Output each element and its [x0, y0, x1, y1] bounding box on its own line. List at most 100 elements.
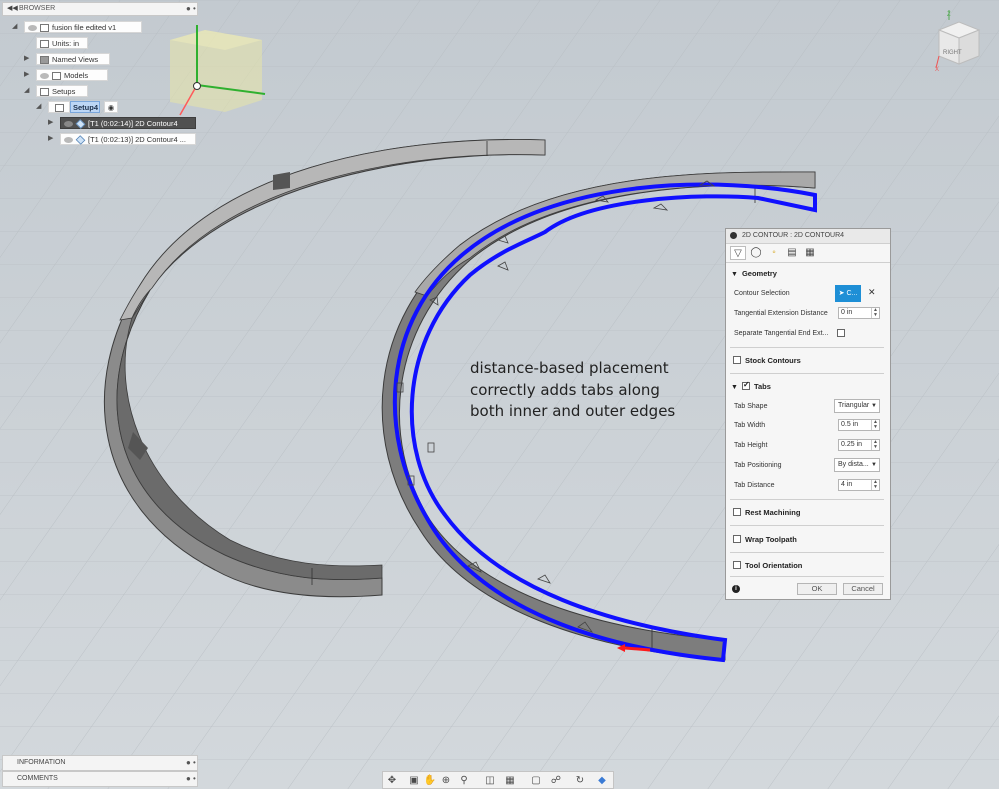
display-settings-icon[interactable]: ◫ — [483, 774, 497, 787]
tree-row-document[interactable]: ◢ fusion file edited v1 — [12, 20, 202, 34]
document-node[interactable]: fusion file edited v1 — [24, 21, 142, 33]
spinner-icon[interactable]: ▲ ▼ — [871, 308, 879, 318]
wrap-toolpath-section[interactable]: Wrap Toolpath — [733, 535, 797, 544]
view-cube[interactable]: Z RIGHT X — [935, 8, 991, 73]
information-menu-icon[interactable]: • — [193, 756, 196, 770]
tabs-section-header[interactable]: ▼ Tabs — [731, 380, 771, 391]
expand-toggle-icon[interactable]: ◢ — [36, 100, 41, 114]
separate-tangential-checkbox[interactable] — [837, 329, 849, 338]
visibility-eye-icon[interactable] — [64, 137, 73, 144]
tab-width-label: Tab Width — [734, 422, 766, 429]
ok-button[interactable]: OK — [797, 583, 837, 595]
passes-tab-icon[interactable]: ▤ — [784, 246, 800, 260]
units-label: Units: in — [52, 39, 80, 48]
orbit-icon[interactable]: ✥ — [385, 774, 399, 787]
info-icon[interactable]: i — [732, 585, 740, 593]
setups-node[interactable]: Setups — [36, 85, 88, 97]
tool-tab-icon[interactable]: ▽ — [730, 246, 746, 260]
spinner-icon[interactable]: ▲ ▼ — [871, 420, 879, 430]
expand-toggle-icon[interactable]: ◢ — [24, 84, 29, 98]
information-add-icon[interactable]: ● — [186, 756, 191, 770]
setups-label: Setups — [52, 87, 76, 96]
rest-machining-checkbox[interactable] — [733, 508, 741, 516]
dialog-tabs: ▽ ◯ ◦ ▤ ▦ — [726, 244, 890, 263]
cancel-button[interactable]: Cancel — [843, 583, 883, 595]
document-icon — [40, 24, 49, 33]
axis-z-label: Z — [947, 12, 951, 18]
expand-toggle-icon[interactable]: ▶ — [48, 132, 53, 146]
viewports-icon[interactable]: ▢ — [529, 774, 543, 787]
rest-machining-section[interactable]: Rest Machining — [733, 508, 800, 517]
section-collapse-icon[interactable]: ▼ — [731, 271, 738, 278]
camera-icon[interactable]: ↻ — [573, 774, 587, 787]
section-collapse-icon[interactable]: ▼ — [731, 384, 738, 391]
tab-distance-value: 4 in — [841, 481, 853, 488]
tangential-extension-input[interactable]: 0 in ▲ ▼ — [838, 307, 880, 319]
comments-add-icon[interactable]: ● — [186, 772, 191, 786]
tabs-checkbox[interactable] — [741, 380, 750, 390]
pan-icon[interactable]: ✋ — [423, 774, 437, 787]
annotation-line: both inner and outer edges — [470, 402, 676, 420]
expand-toggle-icon[interactable]: ◢ — [12, 20, 17, 34]
tab-height-input[interactable]: 0.25 in ▲ ▼ — [838, 439, 880, 451]
pin-panel-icon[interactable]: ● — [186, 3, 191, 15]
visual-style-icon[interactable]: ☍ — [549, 774, 563, 787]
tool-orientation-label: Tool Orientation — [745, 561, 803, 570]
contour-operation-icon — [75, 119, 86, 129]
named-views-node[interactable]: Named Views — [36, 53, 110, 65]
visibility-eye-icon[interactable] — [40, 73, 49, 80]
expand-toggle-icon[interactable]: ▶ — [24, 68, 29, 82]
models-node[interactable]: Models — [36, 69, 108, 81]
operation-1-node[interactable]: [T1 (0:02:14)] 2D Contour4 — [60, 117, 196, 129]
activate-setup-icon[interactable]: ◉ — [104, 101, 118, 113]
tab-height-label: Tab Height — [734, 442, 768, 449]
expand-toggle-icon[interactable]: ▶ — [48, 116, 53, 130]
linking-tab-icon[interactable]: ▦ — [802, 246, 818, 260]
grid-settings-icon[interactable]: ▦ — [503, 774, 517, 787]
heights-tab-icon[interactable]: ◦ — [766, 246, 782, 260]
models-icon — [52, 72, 61, 81]
collapse-panel-icon[interactable]: ◀◀ — [7, 3, 18, 15]
units-node[interactable]: Units: in — [36, 37, 88, 49]
wrap-toolpath-checkbox[interactable] — [733, 535, 741, 543]
stock-contours-section[interactable]: Stock Contours — [733, 356, 801, 365]
stock-contours-checkbox[interactable] — [733, 356, 741, 364]
contour-selection-button[interactable]: ➤ C... — [835, 285, 861, 302]
operation-2-node[interactable]: [T1 (0:02:13)] 2D Contour4 ... — [60, 133, 196, 145]
clear-selection-icon[interactable]: ✕ — [868, 287, 876, 298]
browser-panel-header[interactable]: ◀◀ BROWSER ● • — [2, 2, 198, 16]
tab-width-input[interactable]: 0.5 in ▲ ▼ — [838, 419, 880, 431]
comments-menu-icon[interactable]: • — [193, 772, 196, 786]
navigation-toolbar: ✥ ▣ ✋ ⊕ ⚲ ◫ ▦ ▢ ☍ ↻ ◆ — [382, 771, 614, 789]
spinner-icon[interactable]: ▲ ▼ — [871, 480, 879, 490]
visibility-eye-icon[interactable] — [28, 25, 37, 32]
setup-folder-node[interactable] — [48, 101, 70, 113]
tool-orientation-checkbox[interactable] — [733, 561, 741, 569]
tab-positioning-dropdown[interactable]: By dista... ▼ — [834, 458, 880, 472]
folder-icon — [40, 56, 49, 65]
information-panel[interactable]: INFORMATION ● • — [2, 755, 198, 771]
contour-dialog[interactable]: 2D CONTOUR : 2D CONTOUR4 ▽ ◯ ◦ ▤ ▦ — [725, 228, 891, 600]
environment-icon[interactable]: ◆ — [595, 774, 609, 787]
look-at-icon[interactable]: ▣ — [407, 774, 421, 787]
spinner-icon[interactable]: ▲ ▼ — [871, 440, 879, 450]
dropdown-arrow-icon: ▼ — [871, 403, 877, 409]
zoom-window-icon[interactable]: ⚲ — [457, 774, 471, 787]
expand-toggle-icon[interactable]: ▶ — [24, 52, 29, 66]
setup-folder-icon — [55, 104, 64, 113]
comments-panel[interactable]: COMMENTS ● • — [2, 771, 198, 787]
axis-x-label: X — [935, 67, 939, 72]
zoom-icon[interactable]: ⊕ — [439, 774, 453, 787]
visibility-eye-icon[interactable] — [64, 121, 73, 128]
dialog-title-bar[interactable]: 2D CONTOUR : 2D CONTOUR4 — [726, 229, 890, 244]
panel-menu-icon[interactable]: • — [193, 3, 196, 15]
tool-orientation-section[interactable]: Tool Orientation — [733, 561, 802, 570]
named-views-label: Named Views — [52, 55, 99, 64]
dialog-collapse-icon[interactable] — [730, 232, 737, 239]
geometry-tab-icon[interactable]: ◯ — [748, 246, 764, 260]
geometry-section-header[interactable]: ▼ Geometry — [731, 269, 777, 278]
setup4-node[interactable]: Setup4 — [70, 101, 100, 113]
tab-shape-dropdown[interactable]: Triangular ▼ — [834, 399, 880, 413]
tab-distance-input[interactable]: 4 in ▲ ▼ — [838, 479, 880, 491]
tangential-extension-value: 0 in — [841, 309, 853, 316]
